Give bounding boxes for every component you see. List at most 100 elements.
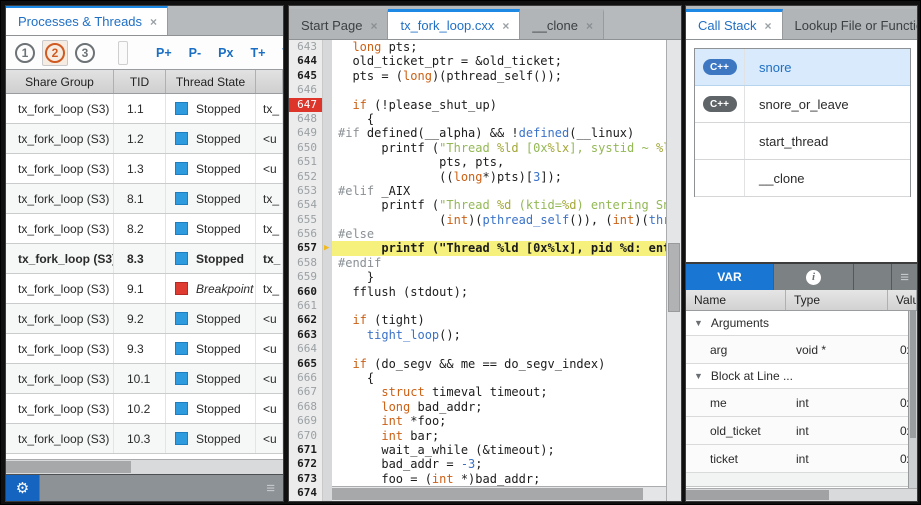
code-line[interactable]: 665 if (do_segv && me == do_segv_index) [289, 357, 666, 371]
tab-start-page[interactable]: Start Page× [289, 9, 388, 39]
line-number[interactable]: 658 [289, 256, 323, 270]
variable-row[interactable]: argvoid *0x [686, 336, 908, 364]
code-line[interactable]: 650 printf ("Thread %ld [0x%lx], systid … [289, 141, 666, 155]
breakpoint-gutter[interactable]: 647 [289, 98, 323, 112]
variable-group-row[interactable]: ▼Arguments [686, 311, 908, 336]
line-number[interactable]: 649 [289, 126, 323, 140]
scrollbar-thumb[interactable] [910, 311, 916, 438]
line-number[interactable]: 663 [289, 328, 323, 342]
code-line[interactable]: 645 pts = (long)(pthread_self()); [289, 69, 666, 83]
line-number[interactable]: 656 [289, 227, 323, 241]
code-line[interactable]: 659 } [289, 270, 666, 284]
toolbar-action-t-minusplus[interactable]: T+ [250, 46, 265, 60]
line-number[interactable]: 662 [289, 313, 323, 327]
line-number[interactable]: 669 [289, 414, 323, 428]
thread-row[interactable]: tx_fork_loop (S3)1.1Stoppedtx_ [6, 94, 283, 124]
settings-button[interactable]: ⚙ [6, 475, 39, 501]
line-number[interactable]: 665 [289, 357, 323, 371]
stack-frame-row[interactable]: __clone [695, 160, 910, 197]
code-line[interactable]: 656#else [289, 227, 666, 241]
line-number[interactable]: 655 [289, 213, 323, 227]
line-number[interactable]: 653 [289, 184, 323, 198]
close-icon[interactable]: × [370, 19, 377, 33]
variable-row[interactable]: ticketint0x [686, 445, 908, 473]
tab-lookup-file-or-function[interactable]: Lookup File or Function× [783, 9, 918, 39]
group-mode-button-3[interactable]: 3 [72, 40, 98, 66]
code-line[interactable]: 647 if (!please_shut_up) [289, 98, 666, 112]
stack-frame-row[interactable]: C++snore_or_leave [695, 86, 910, 123]
code-line[interactable]: 644 old_ticket_ptr = &old_ticket; [289, 54, 666, 68]
thread-row[interactable]: tx_fork_loop (S3)1.2Stopped<u [6, 124, 283, 154]
code-line[interactable]: 664 [289, 342, 666, 356]
tab-tx-fork-loop-cxx[interactable]: tx_fork_loop.cxx× [388, 9, 520, 39]
code-line[interactable]: 663 tight_loop(); [289, 328, 666, 342]
tab--clone[interactable]: __clone× [520, 9, 604, 39]
tab-info[interactable]: i [774, 264, 854, 290]
line-number[interactable]: 650 [289, 141, 323, 155]
editor-horizontal-scrollbar[interactable] [332, 486, 666, 500]
variables-vertical-scrollbar[interactable] [908, 311, 917, 488]
line-number[interactable]: 660 [289, 285, 323, 299]
line-number[interactable]: 666 [289, 371, 323, 385]
close-icon[interactable]: × [765, 19, 772, 33]
code-line[interactable]: 671 wait_a_while (&timeout); [289, 443, 666, 457]
code-line[interactable]: 646 [289, 83, 666, 97]
code-line[interactable]: 651 pts, pts, [289, 155, 666, 169]
threads-horizontal-scrollbar[interactable] [6, 459, 283, 474]
code-line[interactable]: 648 { [289, 112, 666, 126]
line-number[interactable]: 659 [289, 270, 323, 284]
line-number[interactable]: 668 [289, 400, 323, 414]
tab-call-stack[interactable]: Call Stack× [686, 9, 783, 39]
variable-row[interactable]: old_ticketint0x [686, 417, 908, 445]
thread-row[interactable]: tx_fork_loop (S3)10.3Stopped<u [6, 424, 283, 454]
line-number[interactable]: 671 [289, 443, 323, 457]
column-header-value[interactable]: Value [888, 290, 917, 310]
code-line[interactable]: 667 struct timeval timeout; [289, 385, 666, 399]
group-mode-button-2[interactable]: 2 [42, 40, 68, 66]
line-number[interactable]: 673 [289, 472, 323, 486]
code-line[interactable]: 672 bad_addr = -3; [289, 457, 666, 471]
line-number[interactable]: 643 [289, 40, 323, 54]
line-number[interactable]: 651 [289, 155, 323, 169]
var-menu-button[interactable]: ≡ [892, 264, 917, 290]
footer-menu-button[interactable]: ≡ [258, 475, 283, 501]
code-line[interactable]: 654 printf ("Thread %d (ktid=%d) enterin… [289, 198, 666, 212]
code-line[interactable]: 662 if (tight) [289, 313, 666, 327]
thread-row[interactable]: tx_fork_loop (S3)10.1Stopped<u [6, 364, 283, 394]
editor-vertical-scrollbar[interactable] [666, 40, 681, 501]
stack-frame-row[interactable]: start_thread [695, 123, 910, 160]
code-line[interactable]: 670 int bar; [289, 429, 666, 443]
column-header-thread-state[interactable]: Thread State [166, 70, 256, 93]
column-header-type[interactable]: Type [786, 290, 888, 310]
code-line[interactable]: 643 long pts; [289, 40, 666, 54]
thread-row[interactable]: tx_fork_loop (S3)9.3Stopped<u [6, 334, 283, 364]
tab-processes-threads[interactable]: Processes & Threads × [6, 5, 168, 35]
line-number[interactable]: 672 [289, 457, 323, 471]
code-line[interactable]: 655 (int)(pthread_self()), (int)(thread_ [289, 213, 666, 227]
variables-horizontal-scrollbar[interactable] [686, 488, 917, 501]
code-line[interactable]: 669 int *foo; [289, 414, 666, 428]
code-line[interactable]: 653#elif _AIX [289, 184, 666, 198]
code-line[interactable]: 660 fflush (stdout); [289, 285, 666, 299]
close-icon[interactable]: × [586, 19, 593, 33]
column-header-share-group[interactable]: Share Group [6, 70, 114, 93]
line-number[interactable]: 657 [289, 241, 323, 255]
chevron-down-icon[interactable]: ▼ [694, 318, 703, 328]
line-number[interactable]: 670 [289, 429, 323, 443]
code-line[interactable]: 666 { [289, 371, 666, 385]
line-number[interactable]: 648 [289, 112, 323, 126]
line-number[interactable]: 664 [289, 342, 323, 356]
scrollbar-thumb[interactable] [668, 243, 680, 312]
stack-frame-row[interactable]: C++snore [695, 49, 910, 86]
toolbar-action-p-minus[interactable]: P- [189, 46, 202, 60]
line-number[interactable]: 661 [289, 299, 323, 313]
code-line[interactable]: 661 [289, 299, 666, 313]
code-line[interactable]: 649#if defined(__alpha) && !defined(__li… [289, 126, 666, 140]
variable-group-row[interactable]: ▼Block at Line ... [686, 364, 908, 389]
thread-list-menu-button[interactable] [118, 41, 128, 65]
toolbar-action-px[interactable]: Px [218, 46, 233, 60]
thread-row[interactable]: tx_fork_loop (S3)9.2Stopped<u [6, 304, 283, 334]
scrollbar-thumb[interactable] [332, 488, 643, 499]
line-number[interactable]: 667 [289, 385, 323, 399]
thread-row[interactable]: tx_fork_loop (S3)8.2Stoppedtx_ [6, 214, 283, 244]
